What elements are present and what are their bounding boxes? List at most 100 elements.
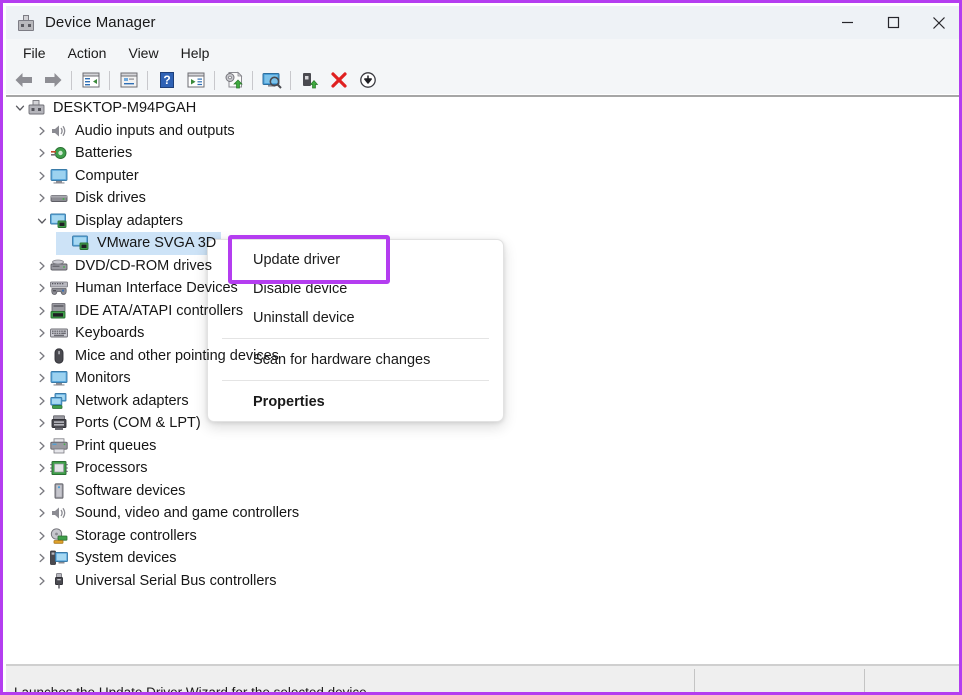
show-hide-console-tree-button[interactable] bbox=[76, 67, 105, 93]
tree-node[interactable]: Audio inputs and outputs bbox=[6, 120, 962, 143]
properties-button[interactable] bbox=[114, 67, 143, 93]
tree-node-label: Processors bbox=[75, 460, 152, 476]
tree-node-label: DESKTOP-M94PGAH bbox=[53, 100, 200, 116]
system-device-icon bbox=[50, 550, 68, 566]
tree-node[interactable]: Display adapters bbox=[6, 210, 962, 233]
window-controls bbox=[824, 6, 962, 39]
tree-node[interactable]: Storage controllers bbox=[6, 525, 962, 548]
menu-help[interactable]: Help bbox=[170, 42, 221, 64]
disable-device-button[interactable] bbox=[353, 67, 382, 93]
status-bar: Launches the Update Driver Wizard for th… bbox=[6, 666, 962, 695]
toolbar-separator-5 bbox=[252, 71, 253, 90]
minimize-button[interactable] bbox=[824, 6, 870, 39]
tree-node[interactable]: Universal Serial Bus controllers bbox=[6, 570, 962, 593]
ctx-separator-1 bbox=[222, 338, 489, 339]
scan-for-hardware-changes-button[interactable] bbox=[257, 67, 286, 93]
mouse-icon bbox=[50, 348, 68, 364]
tree-node-label: DVD/CD-ROM drives bbox=[75, 258, 216, 274]
display-adapter-icon bbox=[50, 213, 68, 229]
chevron-right-icon[interactable] bbox=[34, 261, 50, 271]
tree-node-label: Monitors bbox=[75, 370, 135, 386]
computer-icon bbox=[28, 100, 46, 116]
toolbar-separator-2 bbox=[109, 71, 110, 90]
chevron-right-icon[interactable] bbox=[34, 463, 50, 473]
chevron-right-icon[interactable] bbox=[34, 193, 50, 203]
chevron-right-icon[interactable] bbox=[34, 396, 50, 406]
show-details-button[interactable] bbox=[181, 67, 210, 93]
printer-icon bbox=[50, 438, 68, 454]
tree-node-label: Audio inputs and outputs bbox=[75, 123, 239, 139]
menu-file[interactable]: File bbox=[12, 42, 57, 64]
toolbar-separator-6 bbox=[290, 71, 291, 90]
tree-node[interactable]: Sound, video and game controllers bbox=[6, 502, 962, 525]
chevron-right-icon[interactable] bbox=[34, 553, 50, 563]
display-adapter-icon bbox=[72, 235, 90, 251]
chevron-right-icon[interactable] bbox=[34, 576, 50, 586]
tree-node[interactable]: Computer bbox=[6, 165, 962, 188]
update-driver-button[interactable] bbox=[219, 67, 248, 93]
close-button[interactable] bbox=[916, 6, 962, 39]
chevron-right-icon[interactable] bbox=[34, 283, 50, 293]
chevron-right-icon[interactable] bbox=[34, 171, 50, 181]
chevron-right-icon[interactable] bbox=[34, 126, 50, 136]
enable-device-button[interactable] bbox=[295, 67, 324, 93]
tree-node-label: IDE ATA/ATAPI controllers bbox=[75, 303, 247, 319]
tree-node-label: Computer bbox=[75, 168, 143, 184]
tree-root-node[interactable]: DESKTOP-M94PGAH bbox=[6, 97, 962, 120]
help-button[interactable]: ? bbox=[152, 67, 181, 93]
tree-node[interactable]: Software devices bbox=[6, 480, 962, 503]
tree-node-label: Keyboards bbox=[75, 325, 148, 341]
chevron-right-icon[interactable] bbox=[34, 441, 50, 451]
tree-node-label: Storage controllers bbox=[75, 528, 201, 544]
ctx-disable-device[interactable]: Disable device bbox=[208, 274, 503, 303]
chevron-down-icon[interactable] bbox=[34, 216, 50, 226]
chevron-right-icon[interactable] bbox=[34, 328, 50, 338]
chevron-right-icon[interactable] bbox=[34, 418, 50, 428]
menu-view[interactable]: View bbox=[117, 42, 169, 64]
tree-node[interactable]: Processors bbox=[6, 457, 962, 480]
maximize-button[interactable] bbox=[870, 6, 916, 39]
menu-action[interactable]: Action bbox=[57, 42, 118, 64]
monitor-icon bbox=[50, 168, 68, 184]
ctx-separator-2 bbox=[222, 380, 489, 381]
tree-node-label: VMware SVGA 3D bbox=[97, 235, 220, 251]
storage-controller-icon bbox=[50, 528, 68, 544]
context-menu[interactable]: Update driverDisable deviceUninstall dev… bbox=[207, 239, 504, 422]
tree-node[interactable]: Print queues bbox=[6, 435, 962, 458]
toolbar-separator-1 bbox=[71, 71, 72, 90]
toolbar-separator-3 bbox=[147, 71, 148, 90]
port-icon bbox=[50, 415, 68, 431]
chevron-right-icon[interactable] bbox=[34, 531, 50, 541]
chevron-right-icon[interactable] bbox=[34, 306, 50, 316]
hid-gamepad-icon bbox=[50, 280, 68, 296]
status-divider-2 bbox=[864, 669, 865, 695]
title-bar: Device Manager bbox=[6, 6, 962, 39]
monitor-icon bbox=[50, 370, 68, 386]
speaker-icon bbox=[50, 505, 68, 521]
uninstall-device-button[interactable] bbox=[324, 67, 353, 93]
usb-icon bbox=[50, 573, 68, 589]
chevron-right-icon[interactable] bbox=[34, 486, 50, 496]
chevron-right-icon[interactable] bbox=[34, 373, 50, 383]
ctx-properties[interactable]: Properties bbox=[208, 387, 503, 416]
chevron-right-icon[interactable] bbox=[34, 148, 50, 158]
toolbar-separator-4 bbox=[214, 71, 215, 90]
tree-node-label: Software devices bbox=[75, 483, 189, 499]
ctx-update-driver[interactable]: Update driver bbox=[208, 245, 503, 274]
forward-button[interactable] bbox=[38, 67, 67, 93]
tree-node-label: Batteries bbox=[75, 145, 136, 161]
chevron-right-icon[interactable] bbox=[34, 351, 50, 361]
tree-node-label: Print queues bbox=[75, 438, 160, 454]
svg-text:?: ? bbox=[163, 73, 170, 87]
tree-node[interactable]: Batteries bbox=[6, 142, 962, 165]
tree-node-label: Ports (COM & LPT) bbox=[75, 415, 205, 431]
keyboard-icon bbox=[50, 325, 68, 341]
chevron-down-icon[interactable] bbox=[12, 103, 28, 113]
dvd-drive-icon bbox=[50, 258, 68, 274]
ctx-uninstall-device[interactable]: Uninstall device bbox=[208, 303, 503, 332]
chevron-right-icon[interactable] bbox=[34, 508, 50, 518]
back-button[interactable] bbox=[9, 67, 38, 93]
device-manager-icon bbox=[17, 14, 35, 32]
tree-node[interactable]: System devices bbox=[6, 547, 962, 570]
tree-node[interactable]: Disk drives bbox=[6, 187, 962, 210]
